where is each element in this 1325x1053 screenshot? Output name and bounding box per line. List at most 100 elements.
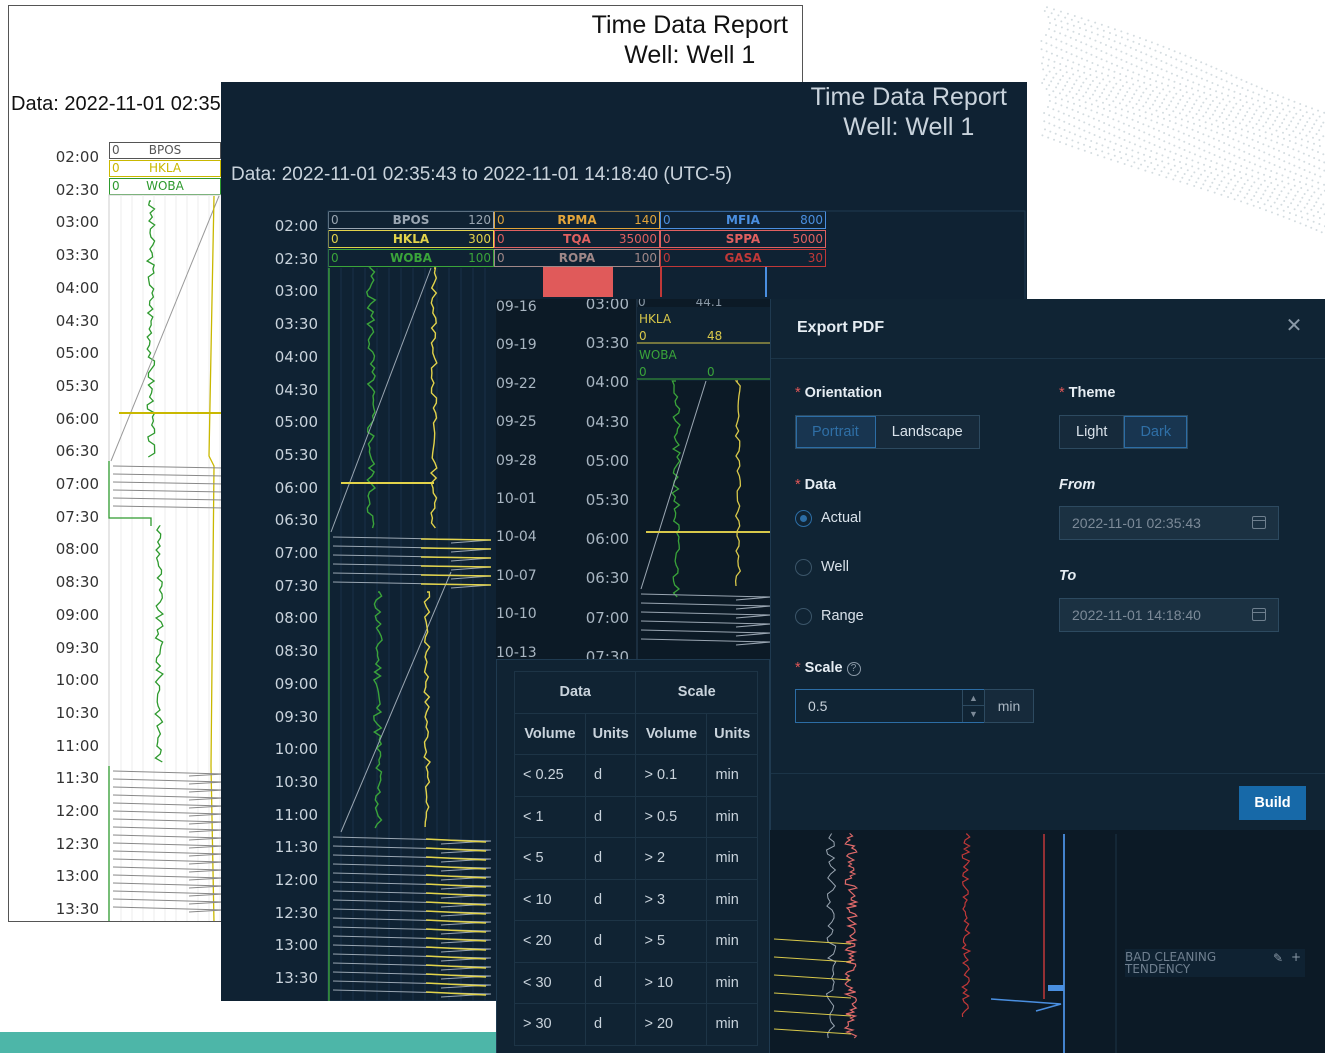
orientation-label: * Orientation [795,385,882,401]
dot [1215,90,1218,93]
dot [1128,100,1131,103]
theme-light-option[interactable]: Light [1060,416,1125,448]
dot [1181,95,1184,97]
dot [1161,154,1164,157]
dot [1310,208,1313,211]
orientation-landscape-option[interactable]: Landscape [876,416,979,448]
chevron-up-icon[interactable]: ▲ [963,690,984,706]
dot [1162,76,1165,79]
dot [1270,211,1273,214]
data-range-radio[interactable]: Range [795,605,864,627]
dot [1055,86,1058,89]
dot [1198,139,1201,142]
dot [1158,146,1161,149]
dot [1053,18,1056,21]
legend-cell: min [706,754,758,797]
dot [1216,187,1219,190]
dot [1213,191,1216,194]
dot [1233,154,1236,157]
dot [1200,77,1203,80]
dot [1193,171,1196,174]
add-icon[interactable]: + [1291,951,1301,963]
dot [1315,133,1318,135]
dot [1159,51,1162,54]
dot [1203,141,1206,144]
data-actual-radio[interactable]: Actual [795,507,861,529]
dot [1180,68,1183,71]
dot [1208,143,1211,146]
theme-dark-option[interactable]: Dark [1124,416,1188,448]
dot [1110,158,1113,161]
scale-number-input[interactable]: 0.5 ▲ ▼ [795,689,985,723]
dot [1256,141,1259,143]
dot [1223,190,1226,192]
dot [1260,197,1263,200]
dot [1221,170,1224,173]
dot [1052,108,1055,111]
dot [1085,91,1088,94]
help-icon[interactable]: ? [846,662,861,676]
dot [1209,166,1212,168]
dot [1160,60,1163,62]
dot [1078,127,1081,130]
calendar-icon[interactable] [1252,516,1266,529]
dot [1185,157,1188,160]
dot [1129,46,1132,49]
calendar-icon[interactable] [1252,608,1266,621]
dot [1078,89,1081,92]
data-well-radio[interactable]: Well [795,556,849,578]
dot [1179,98,1182,101]
dot [1274,119,1277,122]
dot [1108,104,1111,106]
dot [1285,114,1288,117]
dot [1130,55,1133,57]
dot [1216,131,1219,134]
dot [1077,141,1080,144]
dot [1253,155,1256,158]
dot [1150,113,1153,116]
dot [1151,72,1154,74]
dot [1269,98,1272,100]
dot [1155,109,1158,112]
dot [1230,178,1233,181]
time-tick: 04:30 [585,412,629,431]
dot [1139,145,1142,148]
build-button[interactable]: Build [1239,786,1306,820]
to-date-input[interactable]: 2022-11-01 14:18:40 [1059,598,1279,632]
dot [1318,145,1321,147]
dot [1092,117,1095,120]
dot [1168,142,1171,145]
dot [1294,194,1297,197]
from-date-input[interactable]: 2022-11-01 02:35:43 [1059,506,1279,540]
dot [1083,143,1086,146]
dot [1120,157,1123,159]
dot [1306,212,1309,215]
legend-col-units: Units [706,712,758,755]
dot [1178,146,1181,149]
dot [1240,200,1243,203]
edit-icon[interactable]: ✎ [1273,952,1283,964]
dot [1200,61,1203,64]
dot [1318,139,1321,141]
dot [1168,48,1171,50]
dot [1128,141,1131,144]
dot [1066,22,1069,25]
dot [1253,181,1256,184]
dot [1257,99,1260,102]
dot [1251,169,1254,172]
chevron-down-icon[interactable]: ▼ [963,706,984,722]
dot [1239,190,1242,193]
dot [1124,94,1127,97]
dot [1191,87,1194,90]
dot [1195,99,1198,102]
annotation-bad-cleaning[interactable]: BAD CLEANING TENDENCY ✎ + [1125,949,1305,977]
dot [1120,36,1123,39]
close-icon[interactable]: ✕ [1283,315,1305,337]
dot [1138,85,1141,88]
dot [1117,92,1120,95]
dot [1155,152,1158,155]
dot [1306,140,1309,143]
dot [1078,27,1081,29]
dot [1283,160,1286,163]
orientation-portrait-option[interactable]: Portrait [796,416,876,448]
